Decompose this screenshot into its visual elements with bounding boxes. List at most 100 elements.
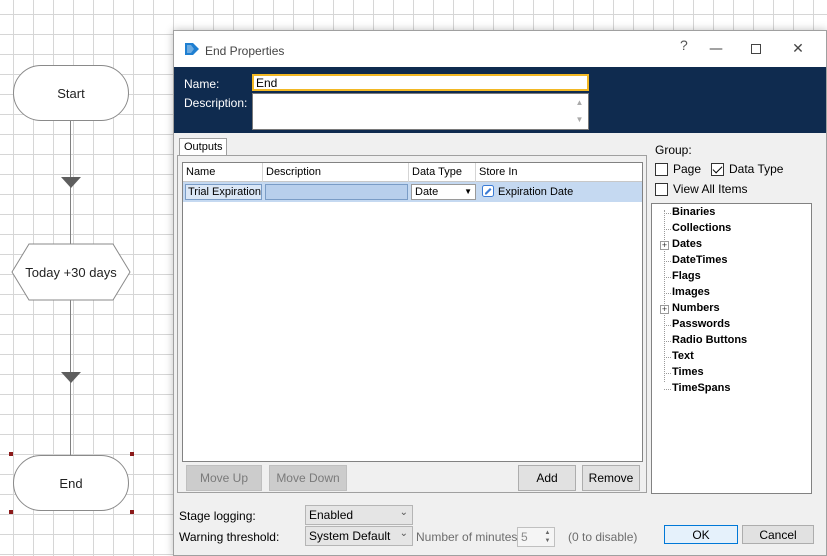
close-icon: ✕ [792, 41, 804, 57]
tree-connector [664, 213, 671, 214]
add-button[interactable]: Add [518, 465, 576, 491]
tab-outputs-label: Outputs [184, 141, 223, 153]
ok-button[interactable]: OK [664, 525, 738, 544]
description-label: Description: [184, 96, 248, 110]
cancel-button[interactable]: Cancel [742, 525, 814, 544]
column-header-store-in[interactable]: Store In [476, 163, 642, 182]
store-in-value: Expiration Date [498, 186, 574, 198]
blueprism-logo-icon [185, 43, 199, 55]
column-header-name[interactable]: Name [183, 163, 263, 182]
selection-handle[interactable] [9, 510, 13, 514]
data-items-tree[interactable]: Binaries Collections + Dates DateTimes F… [651, 203, 812, 494]
warning-threshold-select[interactable]: System Default ⌄ [305, 526, 413, 546]
expand-plus-icon[interactable]: + [660, 241, 669, 250]
view-all-items-label: View All Items [673, 182, 748, 196]
view-all-items-checkbox[interactable]: View All Items [655, 182, 747, 196]
tab-outputs[interactable]: Outputs [179, 138, 227, 156]
data-type-value: Date [415, 186, 439, 198]
end-stage-label: End [59, 475, 83, 491]
tree-item-dates[interactable]: Dates [672, 238, 702, 250]
output-name-cell[interactable]: Trial Expiration [185, 184, 262, 200]
tree-item-collections[interactable]: Collections [672, 222, 731, 234]
outputs-grid[interactable]: Name Description Data Type Store In Tria… [182, 162, 643, 462]
scroll-down-icon[interactable]: ▼ [571, 111, 588, 128]
spin-down-icon[interactable]: ▼ [543, 537, 552, 545]
page-checkbox-label: Page [673, 162, 702, 176]
selection-handle[interactable] [9, 452, 13, 456]
title-bar[interactable]: End Properties ? — ✕ [174, 31, 826, 67]
dialog-title: End Properties [205, 44, 285, 58]
grid-header: Name Description Data Type Store In [183, 163, 642, 182]
description-input[interactable]: ▲ ▼ [252, 93, 589, 130]
tree-connector [664, 357, 671, 358]
data-type-checkbox-box[interactable] [711, 162, 724, 176]
page-checkbox[interactable]: Page [655, 162, 701, 176]
group-label: Group: [655, 143, 692, 157]
move-up-button[interactable]: Move Up [186, 465, 262, 491]
move-down-button[interactable]: Move Down [269, 465, 347, 491]
data-type-checkbox[interactable]: Data Type [711, 162, 783, 176]
warning-threshold-label: Warning threshold: [179, 530, 280, 544]
table-row[interactable]: Trial Expiration Date ▼ Expiration Date [183, 182, 642, 202]
tree-item-images[interactable]: Images [672, 286, 710, 298]
data-type-dropdown[interactable]: Date ▼ [411, 184, 476, 200]
calculation-stage-label: Today +30 days [25, 264, 117, 280]
maximize-button[interactable] [738, 37, 774, 61]
tree-item-binaries[interactable]: Binaries [672, 206, 715, 218]
selection-handle[interactable] [130, 452, 134, 456]
start-stage-label: Start [57, 85, 85, 101]
tree-item-text[interactable]: Text [672, 350, 694, 362]
store-in-cell[interactable]: Expiration Date [480, 184, 640, 200]
end-properties-dialog: End Properties ? — ✕ Name: Description: … [173, 30, 827, 556]
help-button[interactable]: ? [680, 37, 688, 53]
view-all-items-checkbox-box[interactable] [655, 182, 668, 196]
description-scrollbar[interactable]: ▲ ▼ [571, 94, 588, 129]
calculation-stage[interactable]: Today +30 days [11, 243, 131, 301]
data-type-checkbox-label: Data Type [729, 162, 784, 176]
scroll-up-icon[interactable]: ▲ [571, 94, 588, 111]
output-description-cell[interactable] [265, 184, 408, 200]
flow-arrow-icon [61, 372, 81, 383]
tree-connector [664, 261, 671, 262]
remove-button[interactable]: Remove [582, 465, 640, 491]
data-item-icon [482, 185, 494, 197]
outputs-panel: Name Description Data Type Store In Tria… [177, 155, 647, 493]
expand-plus-icon[interactable]: + [660, 305, 669, 314]
tree-item-times[interactable]: Times [672, 366, 704, 378]
chevron-down-icon: ⌄ [399, 528, 408, 539]
tree-connector [664, 325, 671, 326]
start-stage[interactable]: Start [13, 65, 129, 121]
disable-hint: (0 to disable) [568, 530, 638, 544]
minutes-spinner[interactable]: 5 ▲ ▼ [517, 527, 555, 547]
name-label: Name: [184, 77, 220, 91]
spinner-arrows[interactable]: ▲ ▼ [543, 529, 552, 545]
maximize-icon [751, 44, 761, 54]
tree-item-numbers[interactable]: Numbers [672, 302, 720, 314]
spin-up-icon[interactable]: ▲ [543, 529, 552, 537]
chevron-down-icon: ⌄ [399, 507, 408, 518]
tree-item-radio-buttons[interactable]: Radio Buttons [672, 334, 747, 346]
column-header-description[interactable]: Description [263, 163, 409, 182]
stage-logging-value: Enabled [309, 508, 354, 522]
close-button[interactable]: ✕ [780, 37, 816, 61]
column-header-data-type[interactable]: Data Type [409, 163, 476, 182]
warning-threshold-value: System Default [309, 529, 391, 543]
tree-item-flags[interactable]: Flags [672, 270, 701, 282]
number-of-minutes-label: Number of minutes [416, 530, 518, 544]
end-stage[interactable]: End [13, 455, 129, 511]
minutes-value: 5 [521, 530, 528, 544]
tree-item-passwords[interactable]: Passwords [672, 318, 730, 330]
page-checkbox-box[interactable] [655, 162, 668, 176]
minimize-button[interactable]: — [698, 37, 734, 61]
tree-item-datetimes[interactable]: DateTimes [672, 254, 727, 266]
flow-arrow-icon [61, 177, 81, 188]
name-input[interactable] [252, 74, 589, 91]
minimize-icon: — [709, 41, 723, 57]
tree-connector [664, 293, 671, 294]
tree-connector [664, 373, 671, 374]
selection-handle[interactable] [130, 510, 134, 514]
tree-connector [664, 277, 671, 278]
stage-header-panel: Name: Description: ▲ ▼ [174, 67, 826, 133]
tree-item-timespans[interactable]: TimeSpans [672, 382, 731, 394]
stage-logging-select[interactable]: Enabled ⌄ [305, 505, 413, 525]
